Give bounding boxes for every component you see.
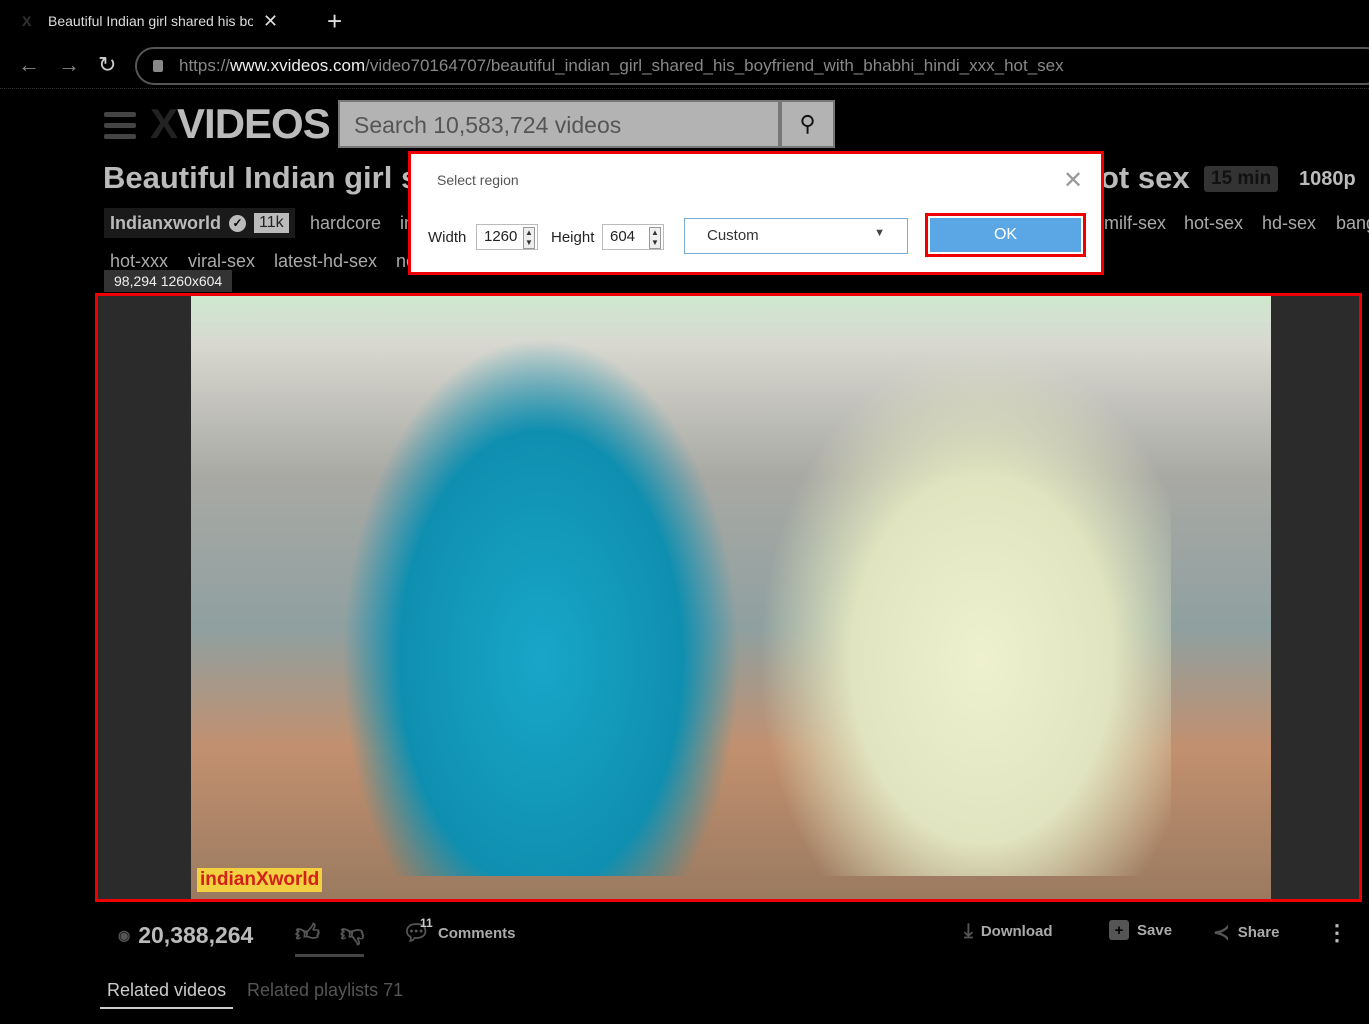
thumbs-down-icon[interactable]: 👎︎ xyxy=(340,920,364,948)
more-options-icon[interactable]: ⋮ xyxy=(1326,920,1348,946)
video-title: Beautiful Indian girl s xyxy=(103,160,419,195)
chevron-down-icon: ▼ xyxy=(874,227,885,239)
close-tab-icon[interactable]: ✕ xyxy=(263,11,278,32)
tab-title: Beautiful Indian girl shared his boyfrie… xyxy=(48,13,253,29)
download-icon: ⤓ xyxy=(964,920,973,942)
height-label: Height xyxy=(551,229,595,246)
dialog-title: Select region xyxy=(437,172,519,188)
url-scheme: https:// xyxy=(179,56,231,75)
search-icon: ⚲ xyxy=(799,111,816,136)
site-logo[interactable]: XVIDEOS xyxy=(150,100,331,148)
quality-badge: 1080p xyxy=(1299,168,1356,190)
close-icon[interactable]: ✕ xyxy=(1063,166,1083,195)
tag-link[interactable]: hot-sex xyxy=(1184,213,1243,234)
save-button[interactable]: + Save xyxy=(1109,920,1172,940)
uploader-link[interactable]: Indianxworld ✓ 11k xyxy=(104,208,295,238)
rating-controls: 👍︎ 👎︎ xyxy=(295,920,365,957)
selection-coordinates: 98,294 1260x604 xyxy=(104,270,233,292)
download-button[interactable]: ⤓ Download xyxy=(964,920,1053,943)
verified-icon: ✓ xyxy=(229,214,247,232)
width-label: Width xyxy=(428,229,467,246)
preset-select[interactable]: Custom ▼ xyxy=(684,218,908,254)
lock-icon xyxy=(153,60,163,72)
share-button[interactable]: ≺ Share xyxy=(1213,920,1279,945)
ok-button[interactable]: OK xyxy=(925,213,1086,257)
tab-related-playlists[interactable]: Related playlists 71 xyxy=(247,980,403,1001)
forward-icon[interactable]: → xyxy=(58,52,80,78)
search-input[interactable]: Search 10,583,724 videos xyxy=(338,100,780,148)
tag-link[interactable]: hot-xxx xyxy=(110,251,168,272)
tag-link[interactable]: bang xyxy=(1336,213,1369,234)
watermark: indianXworld xyxy=(197,868,323,892)
subscriber-count: 11k xyxy=(254,213,289,233)
tag-link[interactable]: viral-sex xyxy=(188,251,255,272)
select-region-dialog: Select region ✕ Width 1260 ▲ ▼ Height 604 ▲… xyxy=(408,151,1104,275)
plus-icon: + xyxy=(1109,920,1129,940)
browser-tab[interactable]: X Beautiful Indian girl shared his boyfr… xyxy=(22,0,312,42)
video-title-end: ot sex xyxy=(1100,160,1190,195)
menu-icon[interactable] xyxy=(104,112,136,145)
url-path: /video70164707/beautiful_indian_girl_sha… xyxy=(365,56,1064,75)
thumbs-up-icon[interactable]: 👍︎ xyxy=(295,920,320,948)
search-button[interactable]: ⚲ xyxy=(780,100,835,148)
share-icon: ≺ xyxy=(1213,922,1230,944)
height-stepper[interactable]: ▲ ▼ xyxy=(649,227,661,249)
comments-count: 11 xyxy=(420,916,433,930)
uploader-name: Indianxworld xyxy=(110,212,222,233)
comments-button[interactable]: 💬︎ 11 Comments xyxy=(402,916,515,946)
duration-badge: 15 min xyxy=(1204,166,1279,192)
tag-link[interactable]: hardcore xyxy=(310,213,381,234)
back-icon[interactable]: ← xyxy=(18,52,40,78)
tab-related-videos[interactable]: Related videos xyxy=(100,980,234,1009)
video-frame-figure xyxy=(751,336,1171,876)
height-field[interactable]: 604 ▲ ▼ xyxy=(602,224,664,250)
new-tab-icon[interactable]: + xyxy=(327,6,342,37)
tag-link[interactable]: latest-hd-sex xyxy=(274,251,377,272)
address-bar[interactable]: https://www.xvideos.com/video70164707/be… xyxy=(135,47,1369,85)
eye-icon: ◉ xyxy=(118,927,131,943)
video-player[interactable]: indianXworld xyxy=(191,296,1271,899)
width-stepper[interactable]: ▲ ▼ xyxy=(523,227,535,249)
view-count: ◉ 20,388,264 xyxy=(118,922,254,948)
video-frame-figure xyxy=(341,336,741,876)
favicon-icon: X xyxy=(22,13,32,29)
url-host: www.xvideos.com xyxy=(230,56,366,75)
divider xyxy=(0,88,1369,89)
reload-icon[interactable]: ↻ xyxy=(98,52,116,78)
tag-link[interactable]: milf-sex xyxy=(1104,213,1166,234)
capture-selection-frame[interactable]: indianXworld xyxy=(95,293,1362,902)
width-field[interactable]: 1260 ▲ ▼ xyxy=(476,224,538,250)
tag-link[interactable]: hd-sex xyxy=(1262,213,1316,234)
